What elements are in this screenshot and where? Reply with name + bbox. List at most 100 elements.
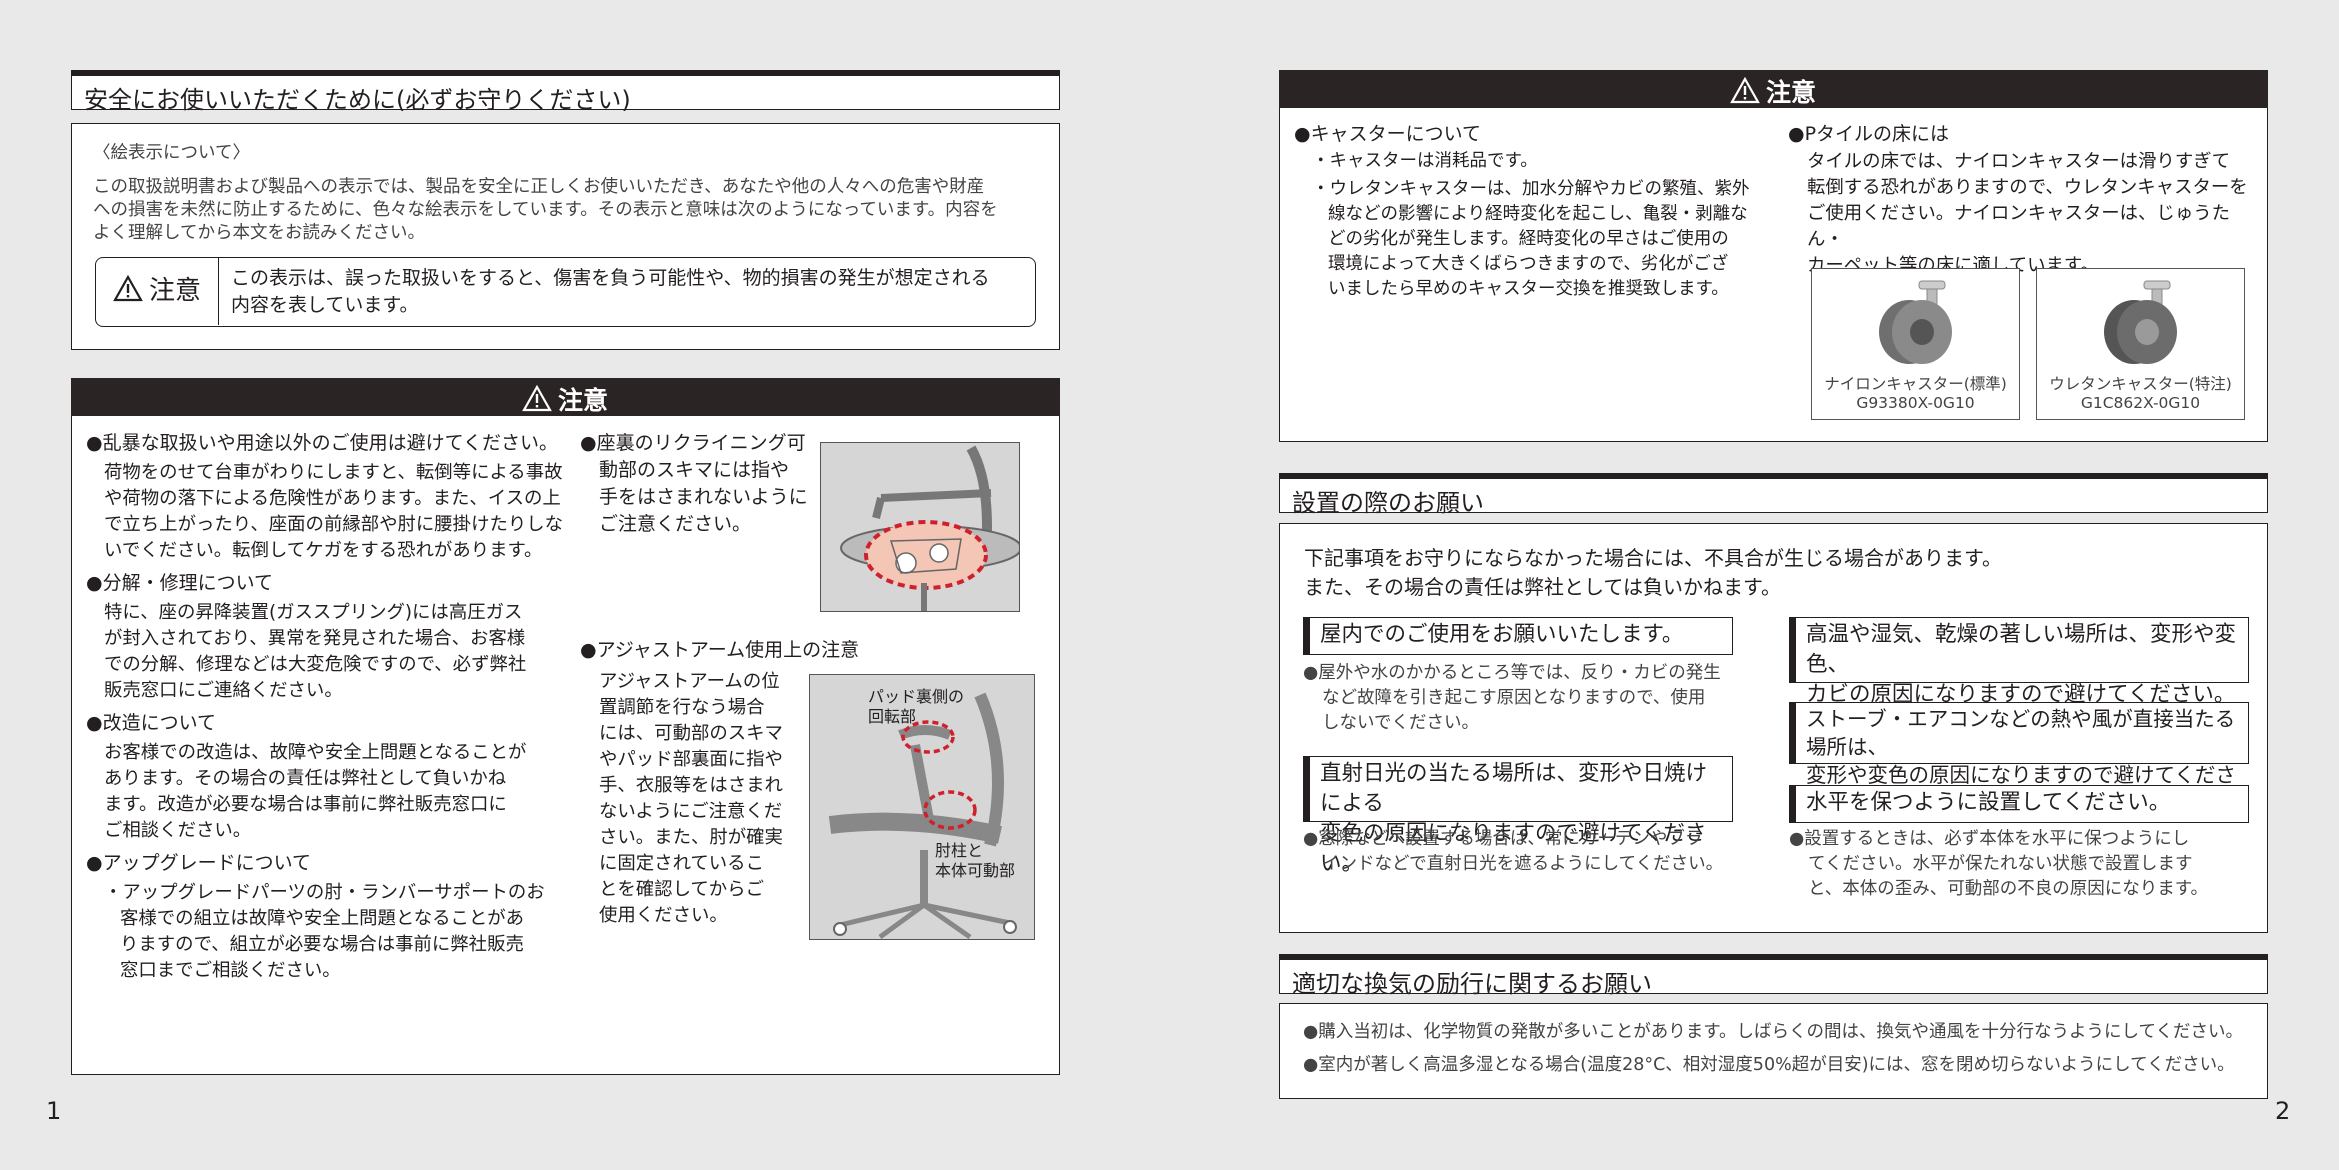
- reclining-text-4: ご注意ください。: [599, 513, 752, 535]
- safety-title-bar: 安全にお使いいただくために(必ずお守りください): [71, 70, 1060, 114]
- caution-definition-frame: 注意 この表示は、誤った取扱いをすると、傷害を負う可能性や、物的損害の発生が想定…: [95, 257, 1036, 327]
- installation-title-bar: 設置の際のお願い: [1279, 473, 2268, 517]
- ptile-text-2: 転倒する恐れがありますので、ウレタンキャスターを: [1807, 177, 2248, 198]
- caution-badge-label: 注意: [148, 276, 201, 306]
- repair-heading: ●分解・修理について: [86, 572, 274, 594]
- upgrade-text-4: 窓口までご相談ください。: [120, 960, 341, 981]
- nylon-caster-code: G93380X-0G10: [1856, 394, 1975, 412]
- modification-text-4: ご相談ください。: [104, 820, 252, 841]
- sunlight-heading-1: 直射日光の当たる場所は、変形や日焼けによる: [1320, 761, 1708, 816]
- page-number-left: 1: [46, 1097, 62, 1125]
- caution-def-line-1: この表示は、誤った取扱いをすると、傷害を負う可能性や、物的損害の発生が想定される: [231, 267, 990, 289]
- adjust-arm-text-9: とを確認してからご: [599, 879, 764, 900]
- caution-panel-left: 注意 ●乱暴な取扱いや用途以外のご使用は避けてください。 荷物をのせて台車がわり…: [70, 377, 1060, 1075]
- upgrade-text-2: 客様での組立は故障や安全上問題となることがあ: [120, 908, 525, 929]
- heater-heading: ストーブ・エアコンなどの熱や風が直接当たる場所は、 変形や変色の原因になりますの…: [1789, 702, 2249, 815]
- repair-text-4: 販売窓口にご連絡ください。: [104, 680, 343, 701]
- ventilation-text-2: ●室内が著しく高温多湿となる場合(温度28°C、相対湿度50%超が目安)には、窓…: [1303, 1055, 2235, 1075]
- upgrade-text-1: ・アップグレードパーツの肘・ランバーサポートのお: [104, 882, 545, 903]
- modification-text-2: あります。その場合の責任は弊社として負いかね: [104, 768, 507, 789]
- level-heading: 水平を保つように設置してください。: [1789, 785, 2249, 823]
- indoor-use-text-2: など故障を引き起こす原因となりますので、使用: [1322, 688, 1706, 708]
- humidity-heading: 高温や湿気、乾燥の著しい場所は、変形や変色、 カビの原因になりますので避けてくだ…: [1789, 617, 2249, 707]
- ptile-text-1: タイルの床では、ナイロンキャスターは滑りすぎて: [1807, 151, 2230, 172]
- warning-triangle-icon: [522, 384, 552, 411]
- symbols-heading: 〈絵表示について〉: [93, 143, 250, 163]
- adjust-arm-text-8: に固定されているこ: [599, 853, 764, 874]
- ventilation-text-1: ●購入当初は、化学物質の発散が多いことがあります。しばらくの間は、換気や通風を十…: [1303, 1022, 2243, 1042]
- misuse-text-4: いでください。転倒してケガをする恐れがあります。: [104, 540, 543, 561]
- upgrade-heading: ●アップグレードについて: [86, 852, 312, 874]
- sunlight-heading: 直射日光の当たる場所は、変形や日焼けによる 変色の原因になりますので避けてくださ…: [1303, 756, 1733, 876]
- installation-intro-1: 下記事項をお守りにならなかった場合には、不具合が生じる場合があります。: [1304, 546, 2002, 570]
- indoor-use-text-3: しないでください。: [1322, 713, 1479, 733]
- adjust-arm-text-6: ないようにご注意くだ: [599, 801, 783, 822]
- symbols-text-1: この取扱説明書および製品への表示では、製品を安全に正しくお使いいただき、あなたや…: [93, 177, 985, 197]
- caution-header-left: 注意: [70, 377, 1060, 416]
- caster-text-4: どの劣化が発生します。経時変化の早さはご使用の: [1328, 229, 1729, 249]
- installation-title: 設置の際のお願い: [1292, 489, 1484, 517]
- sunlight-text-1: ●窓際などへ設置する場合は、常にカーテンやブラ: [1303, 829, 1703, 849]
- nylon-caster-name: ナイロンキャスター(標準): [1824, 375, 2007, 393]
- misuse-text-1: 荷物をのせて台車がわりにしますと、転倒等による事故: [104, 462, 563, 483]
- urethane-caster-image: [2104, 280, 2177, 364]
- reclining-text-3: 手をはさまれないように: [599, 486, 808, 508]
- repair-text-3: での分解、修理などは大変危険ですので、必ず弊社: [104, 654, 527, 675]
- adjust-arm-text-4: やパッド部裏面に指や: [599, 749, 783, 770]
- modification-heading: ●改造について: [86, 712, 217, 734]
- ventilation-box: ●購入当初は、化学物質の発散が多いことがあります。しばらくの間は、換気や通風を十…: [1279, 1003, 2268, 1099]
- caster-heading: ●キャスターについて: [1294, 123, 1482, 145]
- ptile-text-3: ご使用ください。ナイロンキャスターは、じゅうたん・: [1807, 203, 2230, 250]
- page-title: 安全にお使いいただくために(必ずお守りください): [84, 86, 631, 114]
- urethane-caster-name: ウレタンキャスター(特注): [2049, 375, 2232, 393]
- caution-panel-right: 注意 ●キャスターについて ・キャスターは消耗品です。 ・ウレタンキャスターは、…: [1278, 69, 2268, 442]
- humidity-heading-1: 高温や湿気、乾燥の著しい場所は、変形や変色、: [1806, 622, 2237, 677]
- installation-box: 下記事項をお守りにならなかった場合には、不具合が生じる場合があります。 また、そ…: [1279, 523, 2268, 933]
- warning-triangle-icon: [1730, 76, 1760, 103]
- level-heading-text: 水平を保つように設置してください。: [1806, 790, 2171, 815]
- pad-callout-1: パッド裏側の: [868, 687, 965, 706]
- misuse-heading: ●乱暴な取扱いや用途以外のご使用は避けてください。: [86, 432, 559, 454]
- caution-header-right-label: 注意: [1765, 77, 1816, 107]
- caution-header-right: 注意: [1278, 69, 2268, 108]
- caster-text-2: ・ウレタンキャスターは、加水分解やカビの繁殖、紫外: [1312, 179, 1750, 199]
- caster-text-5: 環境によって大きくばらつきますので、劣化がござ: [1328, 254, 1729, 274]
- indoor-use-heading: 屋内でのご使用をお願いいたします。: [1303, 617, 1733, 655]
- misuse-text-2: や荷物の落下による危険性があります。また、イスの上: [104, 488, 561, 509]
- urethane-caster-code: G1C862X-0G10: [2080, 394, 2201, 412]
- adjust-arm-illustration: パッド裏側の 回転部 肘柱と 本体可動部: [809, 674, 1035, 940]
- warning-triangle-icon: [113, 275, 143, 302]
- caution-badge: 注意: [96, 258, 219, 325]
- arm-callout-2: 本体可動部: [935, 861, 1016, 880]
- level-text-3: と、本体の歪み、可動部の不良の原因になります。: [1808, 879, 2209, 899]
- modification-text-3: ます。改造が必要な場合は事前に弊社販売窓口に: [104, 794, 507, 815]
- adjust-arm-text-2: 置調節を行なう場合: [599, 697, 765, 718]
- chair-seat-underside-drawing: [840, 445, 1019, 611]
- modification-text-1: お客様での改造は、故障や安全上問題となることが: [104, 742, 527, 763]
- ventilation-title: 適切な換気の励行に関するお願い: [1292, 970, 1652, 998]
- arm-callout-1: 肘柱と: [935, 841, 984, 860]
- level-text-1: ●設置するときは、必ず本体を水平に保つようにし: [1789, 829, 2190, 849]
- ptile-heading: ●Pタイルの床には: [1788, 123, 1950, 145]
- ventilation-title-bar: 適切な換気の励行に関するお願い: [1279, 954, 2268, 998]
- urethane-caster-card: ウレタンキャスター(特注) G1C862X-0G10: [2036, 268, 2245, 420]
- caster-text-3: 線などの影響により経時変化を起こし、亀裂・剥離な: [1328, 204, 1748, 224]
- level-text-2: てください。水平が保たれない状態で設置します: [1808, 854, 2193, 874]
- page-number-right: 2: [2275, 1097, 2291, 1125]
- caster-text-1: ・キャスターは消耗品です。: [1312, 151, 1538, 171]
- pad-callout-2: 回転部: [868, 707, 917, 726]
- indoor-use-heading-text: 屋内でのご使用をお願いいたします。: [1320, 622, 1684, 647]
- upgrade-text-3: りますので、組立が必要な場合は事前に弊社販売: [120, 934, 524, 955]
- symbol-explanation-box: 〈絵表示について〉 この取扱説明書および製品への表示では、製品を安全に正しくお使…: [71, 123, 1060, 350]
- adjust-arm-text-7: さい。また、肘が確実: [599, 827, 783, 848]
- adjust-arm-text-10: 使用ください。: [599, 905, 728, 926]
- caution-header-label: 注意: [557, 385, 608, 415]
- reclining-illustration: [820, 442, 1020, 612]
- caster-text-6: いましたら早めのキャスター交換を推奨致します。: [1328, 279, 1729, 299]
- indoor-use-text-1: ●屋外や水のかかるところ等では、反り・カビの発生: [1303, 663, 1721, 683]
- adjust-arm-heading: ●アジャストアーム使用上の注意: [580, 639, 860, 661]
- adjust-arm-text-3: には、可動部のスキマ: [599, 723, 783, 744]
- adjust-arm-text-5: 手、衣服等をはさまれ: [599, 775, 783, 796]
- adjust-arm-text-1: アジャストアームの位: [599, 671, 780, 692]
- repair-text-1: 特に、座の昇降装置(ガススプリング)には高圧ガス: [104, 602, 523, 623]
